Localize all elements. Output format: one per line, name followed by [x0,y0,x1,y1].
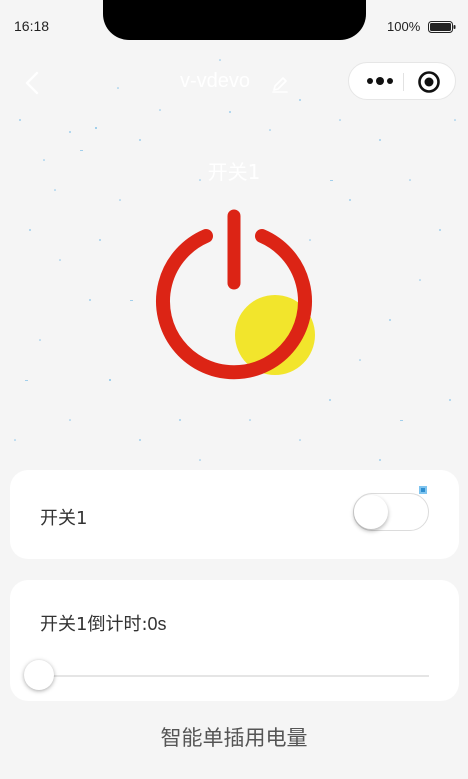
power-usage-link[interactable]: 智能单插用电量 [0,722,468,752]
battery-percentage: 100% [387,19,421,34]
timer-label-text: 开关1倒计时: [40,614,148,635]
timer-value: 0s [147,614,167,634]
toggle-knob[interactable] [354,495,388,529]
power-button[interactable] [150,205,320,385]
back-icon[interactable] [22,70,44,96]
device-name: v-vdevo [180,70,251,92]
more-icon[interactable] [365,74,395,88]
menu-capsule [348,62,456,100]
close-mini-program-icon[interactable] [417,70,441,94]
slider-track[interactable] [40,675,429,677]
switch-toggle[interactable] [353,493,429,531]
timer-card: 开关1倒计时:0s [10,580,459,701]
edit-icon[interactable] [270,74,290,94]
slider-thumb[interactable] [24,660,54,690]
hero-label: 开关1 [207,160,261,184]
switch-label: 开关1 [40,508,88,529]
countdown-slider[interactable] [24,660,429,694]
notch [103,0,366,40]
status-time: 16:18 [14,18,50,34]
timer-label: 开关1倒计时:0s [40,610,167,636]
switch-card: 开关1 [10,470,459,559]
badge-icon [419,486,427,494]
battery-icon [428,21,456,33]
capsule-divider [403,73,404,91]
status-bar: 16:18 100% [0,0,468,52]
